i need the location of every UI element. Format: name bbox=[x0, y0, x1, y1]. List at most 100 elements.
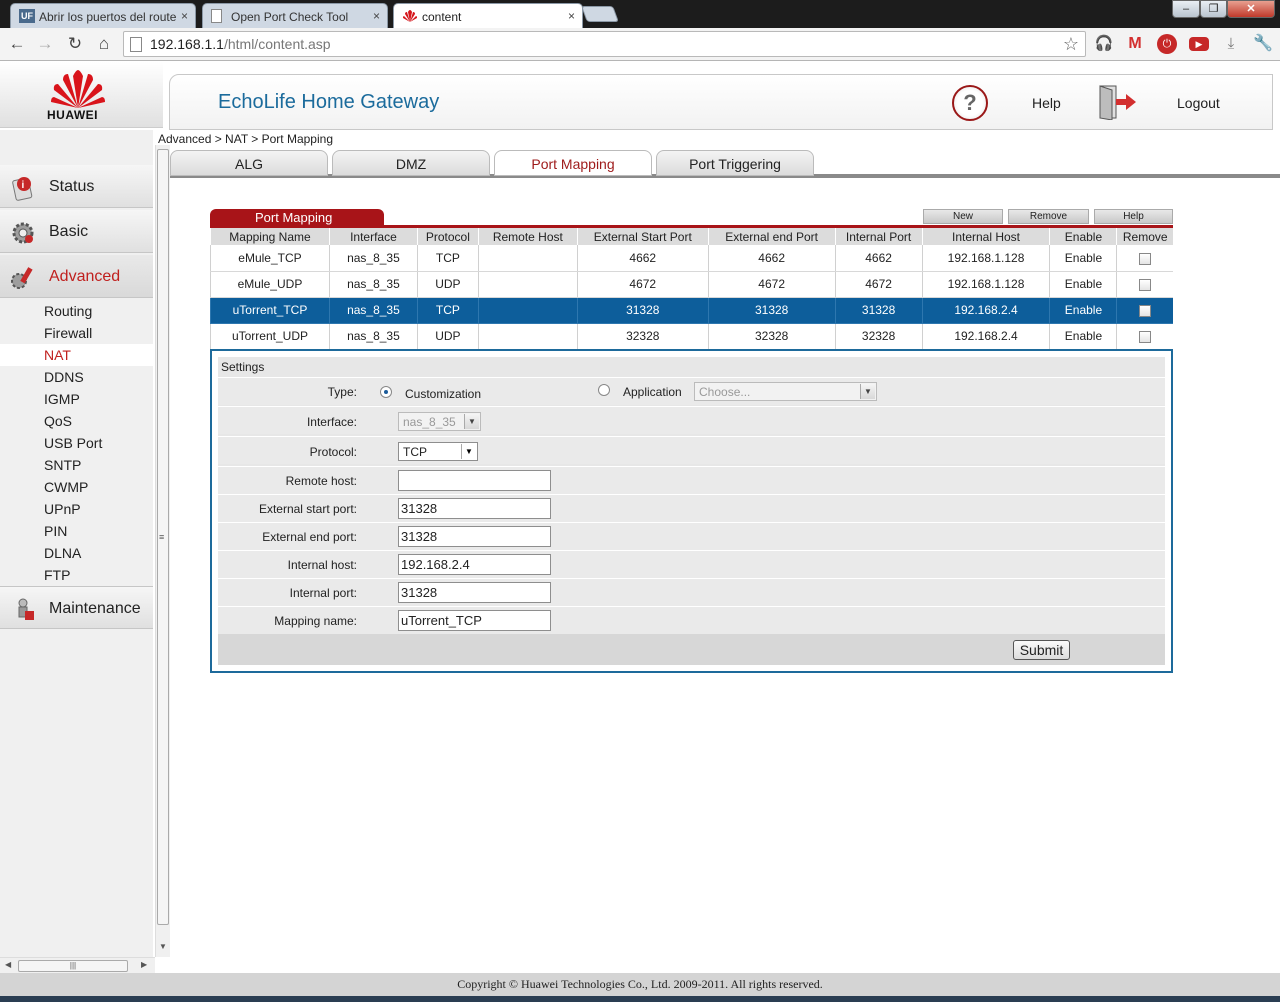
address-bar[interactable]: 192.168.1.1/html/content.asp ☆ bbox=[123, 31, 1086, 57]
maintenance-icon bbox=[10, 597, 36, 623]
sidebar-item-firewall[interactable]: Firewall bbox=[0, 322, 153, 344]
sidebar-item-ddns[interactable]: DDNS bbox=[0, 366, 153, 388]
form-row-type bbox=[218, 377, 1165, 405]
form-row-mapping-name bbox=[218, 606, 1165, 634]
scroll-left-icon[interactable]: ◀ bbox=[5, 960, 11, 969]
sidebar-item-cwmp[interactable]: CWMP bbox=[0, 476, 153, 498]
tab-port-mapping[interactable]: Port Mapping bbox=[494, 150, 652, 176]
sidebar-item-ftp[interactable]: FTP bbox=[0, 564, 153, 586]
sidebar-item-igmp[interactable]: IGMP bbox=[0, 388, 153, 410]
tab-dmz[interactable]: DMZ bbox=[332, 150, 490, 176]
forward-icon[interactable]: → bbox=[34, 33, 56, 55]
interface-select[interactable]: nas_8_35 ▼ bbox=[398, 412, 481, 431]
submit-button[interactable]: Submit bbox=[1013, 640, 1070, 660]
mapping-name-input[interactable] bbox=[398, 610, 551, 631]
download-icon[interactable]: ⤓ bbox=[1221, 34, 1241, 54]
browser-tab[interactable]: UF Abrir los puertos del route × bbox=[10, 3, 196, 28]
internal-port-input[interactable] bbox=[398, 582, 551, 603]
help-link[interactable]: Help bbox=[1032, 95, 1061, 111]
application-select-value: Choose... bbox=[699, 385, 751, 399]
remove-checkbox[interactable] bbox=[1139, 278, 1152, 291]
sidebar-item-maintenance[interactable]: Maintenance bbox=[0, 586, 153, 629]
close-icon[interactable]: × bbox=[181, 9, 188, 23]
application-radio[interactable] bbox=[598, 384, 610, 396]
sidebar-item-basic[interactable]: Basic bbox=[0, 210, 153, 253]
sidebar: i Status Basic Advanced Routing Firewall… bbox=[0, 130, 153, 973]
scrollbar-thumb[interactable]: ||| bbox=[18, 960, 128, 972]
cell-enable: Enable bbox=[1049, 297, 1117, 324]
new-button[interactable]: New bbox=[923, 209, 1003, 224]
form-row-interface bbox=[218, 406, 1165, 434]
headphones-icon[interactable]: 🎧 bbox=[1094, 34, 1114, 54]
minimize-button[interactable]: ‒ bbox=[1172, 0, 1200, 18]
gmail-icon[interactable]: M bbox=[1125, 34, 1145, 54]
table-row[interactable]: eMule_UDP nas_8_35 UDP 4672 4672 4672 19… bbox=[210, 271, 1173, 298]
remove-checkbox[interactable] bbox=[1139, 252, 1152, 265]
external-start-port-input[interactable] bbox=[398, 498, 551, 519]
window-close-button[interactable]: ✕ bbox=[1227, 0, 1275, 18]
sidebar-horizontal-scrollbar[interactable]: ◀ ||| ▶ bbox=[0, 957, 155, 973]
cell-interface: nas_8_35 bbox=[328, 271, 418, 298]
browser-tab[interactable]: Open Port Check Tool × bbox=[202, 3, 388, 28]
advanced-icon bbox=[10, 265, 36, 291]
logout-link[interactable]: Logout bbox=[1177, 95, 1220, 111]
restore-button[interactable]: ❐ bbox=[1200, 0, 1227, 18]
chevron-down-icon: ▼ bbox=[860, 384, 875, 399]
internal-host-input[interactable] bbox=[398, 554, 551, 575]
sidebar-item-pin[interactable]: PIN bbox=[0, 520, 153, 542]
tab-alg[interactable]: ALG bbox=[170, 150, 328, 176]
new-tab-button[interactable] bbox=[581, 6, 619, 22]
sidebar-vertical-scrollbar[interactable]: ≡ ▼ bbox=[155, 145, 170, 957]
back-icon[interactable]: ← bbox=[6, 33, 28, 55]
browser-tab-title: content bbox=[422, 10, 462, 24]
bookmark-star-icon[interactable]: ☆ bbox=[1063, 34, 1079, 55]
help-button[interactable]: Help bbox=[1094, 209, 1173, 224]
cell-internal-host: 192.168.1.128 bbox=[921, 245, 1050, 272]
sidebar-item-routing[interactable]: Routing bbox=[0, 300, 153, 322]
browser-tab-active[interactable]: content × bbox=[393, 3, 583, 28]
table-row[interactable]: eMule_TCP nas_8_35 TCP 4662 4662 4662 19… bbox=[210, 245, 1173, 272]
youtube-icon[interactable]: ▶ bbox=[1189, 37, 1209, 51]
table-row[interactable]: uTorrent_UDP nas_8_35 UDP 32328 32328 32… bbox=[210, 323, 1173, 350]
sidebar-item-qos[interactable]: QoS bbox=[0, 410, 153, 432]
sidebar-item-status[interactable]: i Status bbox=[0, 165, 153, 208]
browser-tab-title: Abrir los puertos del route bbox=[39, 10, 177, 24]
table-row-selected[interactable]: uTorrent_TCP nas_8_35 TCP 31328 31328 31… bbox=[210, 297, 1173, 324]
scroll-down-icon[interactable]: ▼ bbox=[159, 942, 167, 951]
application-label: Application bbox=[623, 385, 682, 399]
customization-radio[interactable] bbox=[380, 386, 392, 398]
close-icon[interactable]: × bbox=[568, 9, 575, 23]
remove-button[interactable]: Remove bbox=[1008, 209, 1089, 224]
remove-checkbox[interactable] bbox=[1139, 330, 1152, 343]
scroll-right-icon[interactable]: ▶ bbox=[141, 960, 147, 969]
help-icon[interactable]: ? bbox=[952, 85, 988, 121]
column-header: Remove bbox=[1116, 228, 1173, 245]
status-icon: i bbox=[10, 175, 36, 201]
column-header: Mapping Name bbox=[210, 228, 330, 245]
tab-port-triggering[interactable]: Port Triggering bbox=[656, 150, 814, 176]
cell-enable: Enable bbox=[1049, 271, 1117, 298]
cell-remove bbox=[1116, 297, 1173, 324]
power-icon[interactable]: ⏻ bbox=[1157, 34, 1177, 54]
sidebar-item-sntp[interactable]: SNTP bbox=[0, 454, 153, 476]
sidebar-item-upnp[interactable]: UPnP bbox=[0, 498, 153, 520]
sidebar-item-nat[interactable]: NAT bbox=[0, 344, 153, 366]
page-title: EchoLife Home Gateway bbox=[218, 91, 440, 113]
form-row-remote-host bbox=[218, 466, 1165, 494]
browser-toolbar: ← → ↻ ⌂ 192.168.1.1/html/content.asp ☆ 🎧… bbox=[0, 28, 1280, 61]
application-select[interactable]: Choose... ▼ bbox=[694, 382, 877, 401]
home-icon[interactable]: ⌂ bbox=[93, 33, 115, 55]
reload-icon[interactable]: ↻ bbox=[64, 33, 86, 55]
close-icon[interactable]: × bbox=[373, 9, 380, 23]
wrench-icon[interactable]: 🔧 bbox=[1253, 34, 1273, 54]
sidebar-item-usb-port[interactable]: USB Port bbox=[0, 432, 153, 454]
sidebar-item-advanced[interactable]: Advanced bbox=[0, 255, 153, 298]
protocol-select[interactable]: TCP ▼ bbox=[398, 442, 478, 461]
external-end-port-input[interactable] bbox=[398, 526, 551, 547]
form-row-protocol bbox=[218, 436, 1165, 464]
remove-checkbox[interactable] bbox=[1139, 304, 1152, 317]
sidebar-item-dlna[interactable]: DLNA bbox=[0, 542, 153, 564]
cell-internal-port: 4662 bbox=[834, 245, 923, 272]
logout-icon[interactable] bbox=[1098, 84, 1138, 121]
remote-host-input[interactable] bbox=[398, 470, 551, 491]
